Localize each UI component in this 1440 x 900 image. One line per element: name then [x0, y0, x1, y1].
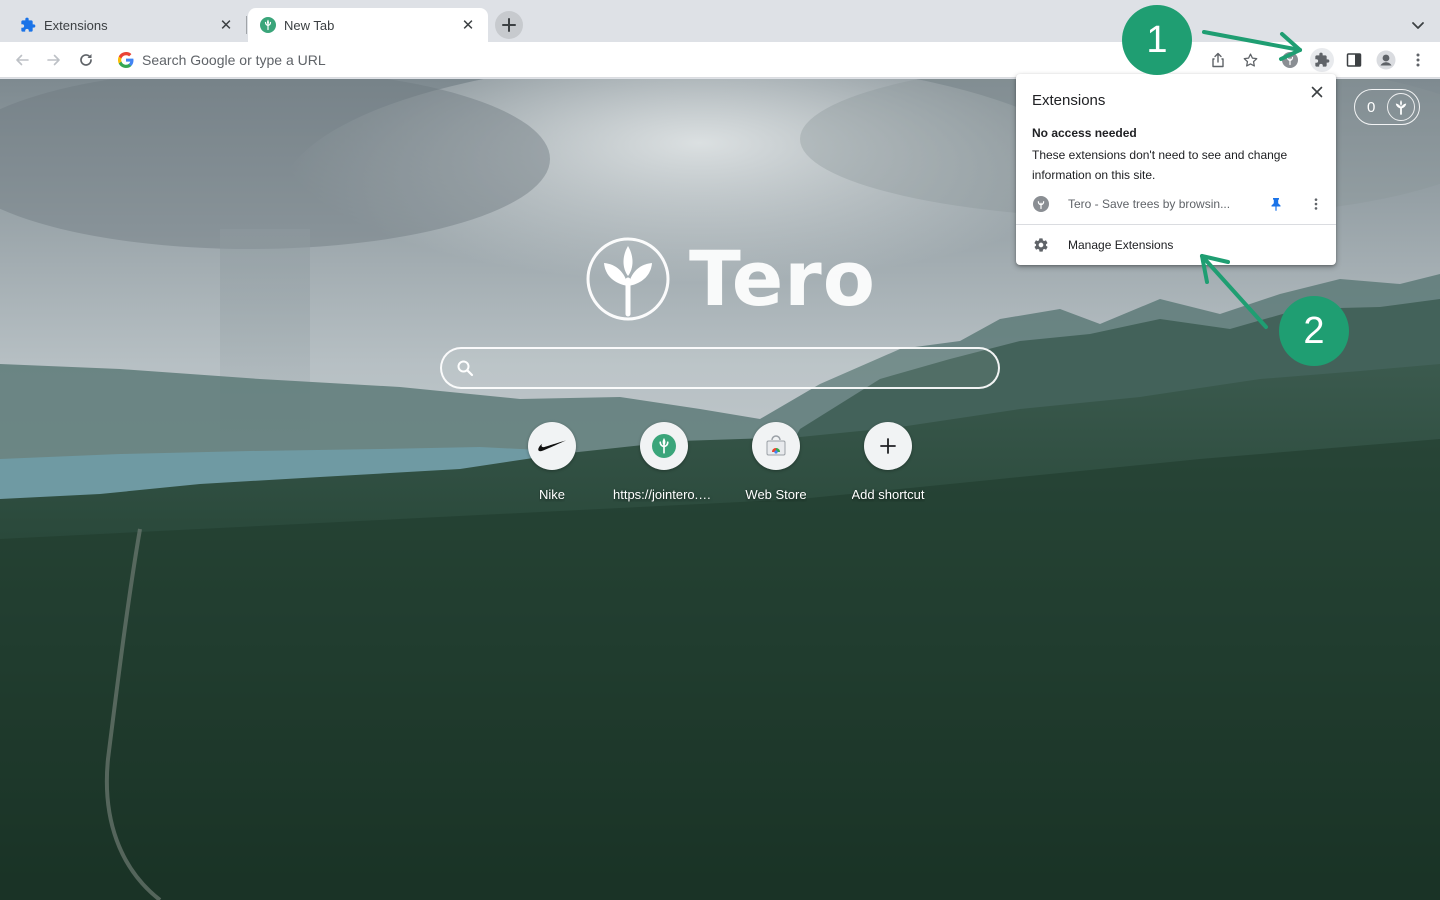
tero-tree-icon	[586, 237, 670, 320]
shortcut-label: Add shortcut	[851, 487, 925, 502]
shortcut-label: https://jointero.org	[613, 487, 715, 502]
section-description: These extensions don't need to see and c…	[1032, 148, 1288, 182]
shortcut-label: Web Store	[745, 487, 807, 502]
manage-extensions-label: Manage Extensions	[1068, 238, 1174, 252]
shortcut-add[interactable]: Add shortcut	[832, 422, 944, 502]
shortcut-icon-circle	[640, 422, 688, 470]
arrow-left-icon	[16, 54, 29, 66]
more-vert-icon	[1314, 198, 1318, 210]
tero-leaf-icon	[652, 434, 676, 458]
extension-row-tero[interactable]: Tero - Save trees by browsin...	[1016, 191, 1336, 217]
tab-separator	[246, 16, 247, 34]
search-icon	[457, 360, 474, 377]
tero-leaf-icon	[260, 17, 276, 33]
side-panel-button[interactable]	[1342, 48, 1366, 72]
tab-extensions[interactable]: Extensions ✕	[8, 8, 246, 42]
step-2-badge: 2	[1279, 296, 1349, 366]
shortcut-jointero[interactable]: https://jointero.org	[608, 422, 720, 502]
close-icon[interactable]: ✕	[218, 17, 234, 33]
arrow-right-icon	[47, 54, 60, 66]
shortcut-web-store[interactable]: Web Store	[720, 422, 832, 502]
extensions-popup: Extensions No access needed These extens…	[1016, 74, 1336, 265]
tab-new-tab[interactable]: New Tab ✕	[248, 8, 488, 42]
extensions-button[interactable]	[1310, 48, 1334, 72]
shortcut-icon-circle	[752, 422, 800, 470]
nike-swoosh-icon	[538, 440, 566, 452]
tab-title: Extensions	[44, 17, 108, 33]
plus-icon	[880, 438, 896, 454]
manage-extensions-button[interactable]: Manage Extensions	[1016, 232, 1336, 258]
bookmark-button[interactable]	[1238, 48, 1262, 72]
close-icon	[1311, 86, 1323, 98]
reload-button[interactable]	[74, 48, 98, 72]
newtab-search-box[interactable]	[440, 347, 1000, 389]
new-tab-button[interactable]	[495, 11, 523, 39]
more-vert-icon	[1416, 53, 1420, 67]
tab-search-button[interactable]	[1407, 14, 1429, 36]
close-icon[interactable]: ✕	[460, 17, 476, 33]
star-icon	[1243, 52, 1257, 67]
browser-toolbar: Search Google or type a URL	[0, 42, 1440, 78]
plus-icon	[502, 18, 516, 32]
tree-counter-widget[interactable]: 0	[1354, 89, 1420, 125]
shortcut-icon-circle	[864, 422, 912, 470]
avatar-icon	[1376, 50, 1396, 70]
puzzle-icon	[1315, 52, 1330, 67]
share-button[interactable]	[1206, 48, 1230, 72]
section-heading: No access needed	[1032, 126, 1137, 140]
tab-strip: Extensions ✕ New Tab ✕	[0, 0, 1440, 42]
web-store-icon	[766, 435, 786, 456]
side-panel-icon	[1346, 53, 1362, 67]
chrome-menu-button[interactable]	[1406, 48, 1430, 72]
shortcut-nike[interactable]: Nike	[496, 422, 608, 502]
tero-tree-icon	[1387, 93, 1415, 121]
chevron-down-icon	[1412, 22, 1424, 29]
tree-count: 0	[1367, 98, 1376, 116]
extension-name: Tero - Save trees by browsin...	[1068, 197, 1231, 211]
extension-more-button[interactable]	[1306, 194, 1326, 214]
popup-title: Extensions	[1032, 92, 1106, 109]
popup-close-button[interactable]	[1306, 81, 1328, 103]
address-bar[interactable]: Search Google or type a URL	[108, 46, 1200, 74]
popup-divider	[1016, 224, 1336, 225]
puzzle-icon	[21, 17, 36, 32]
tero-logo: Tero	[585, 234, 876, 323]
gear-icon	[1034, 238, 1048, 252]
tero-leaf-icon	[1033, 196, 1049, 212]
tero-leaf-icon	[1282, 52, 1298, 68]
step-1-badge: 1	[1122, 5, 1192, 75]
shortcut-label: Nike	[538, 487, 565, 502]
reload-icon	[80, 54, 92, 66]
google-icon	[118, 52, 134, 68]
shortcut-icon-circle	[528, 422, 576, 470]
pin-button[interactable]	[1266, 194, 1286, 214]
tab-title: New Tab	[284, 17, 335, 33]
forward-button[interactable]	[42, 48, 66, 72]
share-icon	[1212, 52, 1224, 68]
tero-extension-button[interactable]	[1278, 48, 1302, 72]
pin-icon	[1271, 198, 1281, 211]
tero-wordmark: Tero	[689, 234, 876, 323]
back-button[interactable]	[10, 48, 34, 72]
address-bar-placeholder: Search Google or type a URL	[142, 52, 326, 68]
profile-button[interactable]	[1374, 48, 1398, 72]
search-input[interactable]	[482, 353, 998, 383]
